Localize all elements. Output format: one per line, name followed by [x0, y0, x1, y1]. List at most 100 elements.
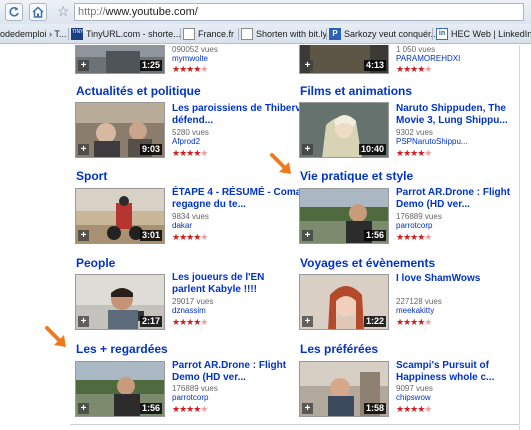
video-title[interactable]: Les paroissiens de Thiberville défend... [172, 103, 317, 127]
video-thumbnail[interactable]: + 9:03 [75, 102, 165, 158]
video-channel[interactable]: mymwolte [172, 54, 208, 63]
bookmark-label: HEC Web | LinkedIn [451, 29, 531, 39]
reload-icon [9, 7, 19, 17]
section-title-voyages[interactable]: Voyages et évènements [300, 256, 435, 270]
rating-stars-empty: ★ [200, 232, 208, 242]
add-to-queue-button[interactable]: + [302, 60, 313, 71]
video-thumbnail[interactable]: + 1:22 [299, 274, 389, 330]
video-channel[interactable]: parrotcorp [172, 393, 208, 402]
orange-arrow-icon [45, 326, 66, 347]
tinyurl-icon: TINY URL [71, 28, 95, 40]
section-title-people[interactable]: People [76, 256, 115, 270]
video-thumbnail[interactable]: + 1:56 [75, 361, 165, 417]
video-views: 29017 vues [172, 297, 214, 306]
video-duration: 9:03 [139, 144, 162, 155]
add-to-queue-button[interactable]: + [302, 144, 313, 155]
rating-stars-full: ★★★★ [172, 404, 201, 414]
add-to-queue-button[interactable]: + [302, 230, 313, 241]
add-to-queue-button[interactable]: + [302, 403, 313, 414]
video-title[interactable]: Les joueurs de l'EN parlent Kabyle !!!! [172, 272, 282, 296]
rating-stars-empty: ★ [424, 232, 432, 242]
add-to-queue-button[interactable]: + [78, 144, 89, 155]
browser-toolbar: ☆ http://www.youtube.com/ [0, 0, 531, 24]
video-duration: 2:17 [139, 316, 162, 327]
video-title[interactable]: Parrot AR.Drone : Flight Demo (HD ver... [396, 187, 516, 211]
section-title-vie-pratique[interactable]: Vie pratique et style [300, 169, 413, 183]
video-channel[interactable]: PSPNarutoShippu... [396, 137, 468, 146]
bookmark-item[interactable]: P Sarkozy veut conquér... [329, 26, 438, 42]
add-to-queue-button[interactable]: + [78, 60, 89, 71]
video-title[interactable]: Parrot AR.Drone : Flight Demo (HD ver... [172, 360, 292, 384]
linkedin-icon: in [436, 28, 448, 40]
rating-stars-full: ★★★★ [396, 64, 425, 74]
video-channel[interactable]: dakar [172, 221, 192, 230]
bookmark-star-icon[interactable]: ☆ [57, 3, 73, 19]
rating-stars-empty: ★ [200, 317, 208, 327]
video-thumbnail[interactable]: + 2:17 [75, 274, 165, 330]
add-to-queue-button[interactable]: + [302, 316, 313, 327]
video-thumbnail[interactable]: + 1:56 [299, 188, 389, 244]
bookmark-item[interactable]: odedemploi › T... [0, 26, 66, 42]
video-channel[interactable]: chipswow [396, 393, 431, 402]
bookmark-separator [68, 28, 69, 40]
video-title[interactable]: Scampi's Pursuit of Happiness whole c... [396, 360, 516, 384]
page-edge [519, 45, 520, 430]
rating-stars: ★★★★★ [396, 404, 432, 414]
home-button[interactable] [29, 3, 47, 21]
add-to-queue-button[interactable]: + [78, 316, 89, 327]
reload-button[interactable] [5, 3, 23, 21]
add-to-queue-button[interactable]: + [78, 230, 89, 241]
rating-stars-full: ★★★★ [172, 64, 201, 74]
section-title-films[interactable]: Films et animations [300, 84, 412, 98]
video-duration: 1:25 [139, 60, 162, 71]
video-duration: 1:58 [363, 403, 386, 414]
video-title[interactable]: ÉTAPE 4 - RÉSUMÉ - Coma regagne du te... [172, 187, 317, 211]
section-title-sport[interactable]: Sport [76, 169, 107, 183]
section-title-actualites[interactable]: Actualités et politique [76, 84, 201, 98]
orange-arrow-icon [270, 153, 291, 174]
video-views: 9302 vues [396, 128, 433, 137]
video-duration: 10:40 [358, 144, 386, 155]
bookmark-label: TinyURL.com - shorte... [86, 29, 181, 39]
rating-stars-full: ★★★★ [396, 148, 425, 158]
bookmark-item[interactable]: TINY URL TinyURL.com - shorte... [71, 26, 181, 42]
video-channel[interactable]: dznassim [172, 306, 206, 315]
video-thumbnail[interactable]: + 1:25 [75, 45, 165, 74]
bookmark-label: France.fr [198, 29, 235, 39]
video-duration: 1:56 [363, 230, 386, 241]
video-views: 1 050 vues [396, 45, 436, 54]
divider [70, 424, 519, 425]
address-bar[interactable]: http://www.youtube.com/ [74, 3, 524, 21]
bookmark-separator [180, 28, 181, 40]
video-views: 227128 vues [396, 297, 442, 306]
video-title[interactable]: I love ShamWows [396, 273, 516, 285]
page-icon [183, 28, 195, 40]
rating-stars-empty: ★ [200, 148, 208, 158]
section-title-preferees[interactable]: Les préférées [300, 342, 378, 356]
bookmark-item[interactable]: France.fr [183, 26, 234, 42]
rating-stars: ★★★★★ [172, 232, 208, 242]
video-thumbnail[interactable]: + 3:01 [75, 188, 165, 244]
video-duration: 1:22 [363, 316, 386, 327]
video-channel[interactable]: parrotcorp [396, 221, 432, 230]
rating-stars: ★★★★★ [172, 148, 208, 158]
video-channel[interactable]: PARAMOREHDXI [396, 54, 460, 63]
video-channel[interactable]: Afprod2 [172, 137, 200, 146]
video-duration: 4:13 [363, 60, 386, 71]
video-title[interactable]: Naruto Shippuden, The Movie 3, Lung Ship… [396, 103, 516, 127]
video-thumbnail[interactable]: + 1:58 [299, 361, 389, 417]
video-views: 9834 vues [172, 212, 209, 221]
video-thumbnail[interactable]: + 4:13 [299, 45, 389, 74]
rating-stars-full: ★★★★ [172, 148, 201, 158]
rating-stars-full: ★★★★ [396, 404, 425, 414]
bookmark-item[interactable]: Shorten with bit.ly [241, 26, 327, 42]
section-title-regardees[interactable]: Les + regardées [76, 342, 168, 356]
bookmark-item[interactable]: in HEC Web | LinkedIn [436, 26, 531, 42]
video-channel[interactable]: meekakitty [396, 306, 434, 315]
video-thumbnail[interactable]: + 10:40 [299, 102, 389, 158]
url-host: www.youtube.com/ [105, 6, 198, 18]
video-duration: 1:56 [139, 403, 162, 414]
rating-stars-empty: ★ [200, 404, 208, 414]
home-icon [32, 6, 44, 18]
add-to-queue-button[interactable]: + [78, 403, 89, 414]
